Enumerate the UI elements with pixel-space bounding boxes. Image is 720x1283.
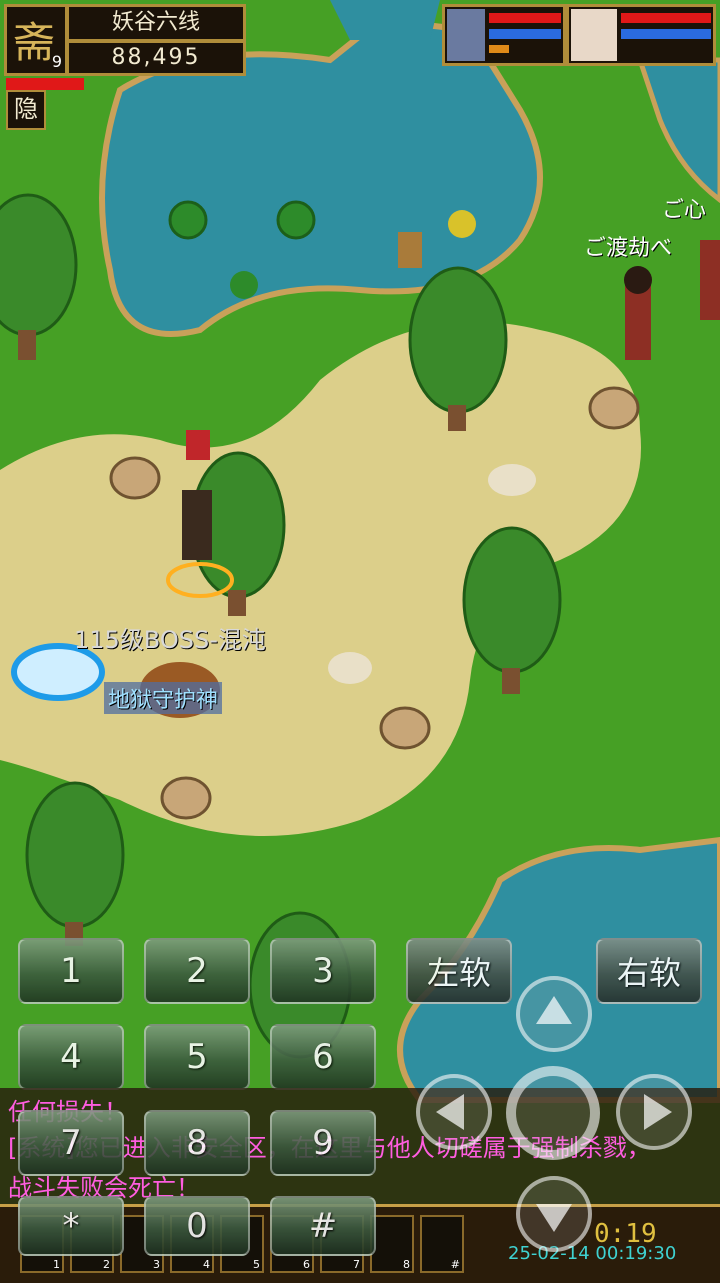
party-member-2[interactable] [566, 4, 716, 66]
left-soft-key[interactable]: 左软 [406, 938, 512, 1004]
mp-bar-1 [489, 29, 561, 39]
key-9[interactable]: 9 [270, 1110, 376, 1176]
hide-button[interactable]: 隐 [6, 90, 46, 130]
key-3[interactable]: 3 [270, 938, 376, 1004]
title-char: 斋 [13, 18, 56, 67]
dpad-center-button[interactable] [506, 1066, 600, 1160]
hp-bar-1 [489, 13, 561, 23]
boss-label: 115级BOSS-混沌 [74, 626, 266, 654]
npc-label-2: ご心 [662, 198, 707, 223]
arrow-right-icon [644, 1094, 672, 1130]
map-name: 妖谷六线 [111, 10, 200, 35]
arrow-left-icon [436, 1094, 464, 1130]
right-soft-key[interactable]: 右软 [596, 938, 702, 1004]
key-hash[interactable]: # [270, 1196, 376, 1256]
coords-panel: 88,495 [66, 40, 246, 76]
arrow-up-icon [536, 996, 572, 1024]
party-member-1[interactable] [442, 4, 566, 66]
level-number: 9 [51, 52, 62, 71]
map-name-panel: 妖谷六线 [66, 4, 246, 42]
dpad-down-button[interactable] [516, 1176, 592, 1252]
portrait-2 [571, 9, 617, 61]
key-4[interactable]: 4 [18, 1024, 124, 1090]
key-1[interactable]: 1 [18, 938, 124, 1004]
key-0[interactable]: 0 [144, 1196, 250, 1256]
npc-label-1: ご渡劫べ [584, 236, 673, 261]
coords: 88,495 [111, 45, 201, 70]
level-badge: 斋 9 [4, 4, 68, 76]
key-8[interactable]: 8 [144, 1110, 250, 1176]
hide-label: 隐 [14, 95, 38, 123]
skill-slot-9[interactable]: # [420, 1215, 464, 1273]
hp-bar-2 [621, 13, 711, 23]
key-6[interactable]: 6 [270, 1024, 376, 1090]
exp-bar-1 [489, 45, 509, 53]
portrait-1 [447, 9, 485, 61]
dpad-left-button[interactable] [416, 1074, 492, 1150]
player-hp-bar [6, 78, 84, 90]
arrow-down-icon [536, 1204, 572, 1232]
key-2[interactable]: 2 [144, 938, 250, 1004]
dpad-up-button[interactable] [516, 976, 592, 1052]
dpad-right-button[interactable] [616, 1074, 692, 1150]
key-5[interactable]: 5 [144, 1024, 250, 1090]
key-star[interactable]: * [18, 1196, 124, 1256]
skill-slot-8[interactable]: 8 [370, 1215, 414, 1273]
guardian-label: 地狱守护神 [104, 682, 223, 714]
key-7[interactable]: 7 [18, 1110, 124, 1176]
mp-bar-2 [621, 29, 711, 39]
